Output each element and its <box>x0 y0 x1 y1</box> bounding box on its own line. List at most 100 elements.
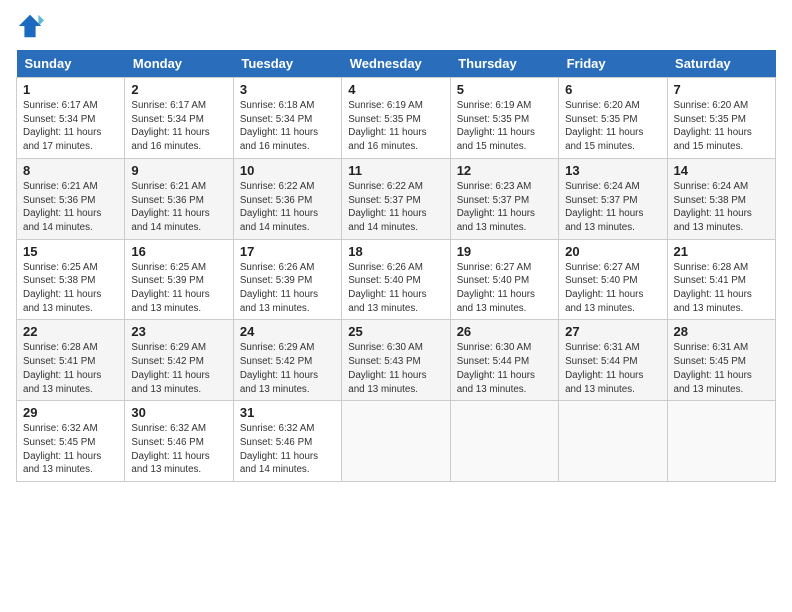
calendar-day-cell: 13 Sunrise: 6:24 AM Sunset: 5:37 PM Dayl… <box>559 158 667 239</box>
day-info: Sunrise: 6:20 AM Sunset: 5:35 PM Dayligh… <box>565 99 660 154</box>
calendar-day-cell: 29 Sunrise: 6:32 AM Sunset: 5:45 PM Dayl… <box>17 401 125 482</box>
calendar-day-cell: 27 Sunrise: 6:31 AM Sunset: 5:44 PM Dayl… <box>559 320 667 401</box>
day-number: 10 <box>240 163 335 178</box>
calendar-day-cell: 28 Sunrise: 6:31 AM Sunset: 5:45 PM Dayl… <box>667 320 775 401</box>
day-info: Sunrise: 6:32 AM Sunset: 5:46 PM Dayligh… <box>240 422 335 477</box>
calendar-day-cell: 15 Sunrise: 6:25 AM Sunset: 5:38 PM Dayl… <box>17 239 125 320</box>
day-of-week-header: Thursday <box>450 50 558 78</box>
day-info: Sunrise: 6:28 AM Sunset: 5:41 PM Dayligh… <box>23 341 118 396</box>
day-number: 26 <box>457 324 552 339</box>
calendar-day-cell: 6 Sunrise: 6:20 AM Sunset: 5:35 PM Dayli… <box>559 78 667 159</box>
day-of-week-header: Friday <box>559 50 667 78</box>
day-of-week-header: Monday <box>125 50 233 78</box>
day-number: 16 <box>131 244 226 259</box>
day-number: 2 <box>131 82 226 97</box>
day-number: 31 <box>240 405 335 420</box>
day-info: Sunrise: 6:24 AM Sunset: 5:38 PM Dayligh… <box>674 180 769 235</box>
day-info: Sunrise: 6:31 AM Sunset: 5:45 PM Dayligh… <box>674 341 769 396</box>
day-number: 20 <box>565 244 660 259</box>
calendar-day-cell <box>667 401 775 482</box>
day-info: Sunrise: 6:30 AM Sunset: 5:43 PM Dayligh… <box>348 341 443 396</box>
calendar-day-cell <box>559 401 667 482</box>
day-info: Sunrise: 6:21 AM Sunset: 5:36 PM Dayligh… <box>131 180 226 235</box>
calendar-day-cell: 19 Sunrise: 6:27 AM Sunset: 5:40 PM Dayl… <box>450 239 558 320</box>
day-info: Sunrise: 6:25 AM Sunset: 5:38 PM Dayligh… <box>23 261 118 316</box>
calendar-day-cell: 3 Sunrise: 6:18 AM Sunset: 5:34 PM Dayli… <box>233 78 341 159</box>
day-info: Sunrise: 6:17 AM Sunset: 5:34 PM Dayligh… <box>131 99 226 154</box>
day-info: Sunrise: 6:26 AM Sunset: 5:39 PM Dayligh… <box>240 261 335 316</box>
day-number: 19 <box>457 244 552 259</box>
calendar-day-cell: 5 Sunrise: 6:19 AM Sunset: 5:35 PM Dayli… <box>450 78 558 159</box>
day-number: 18 <box>348 244 443 259</box>
day-info: Sunrise: 6:29 AM Sunset: 5:42 PM Dayligh… <box>240 341 335 396</box>
day-info: Sunrise: 6:19 AM Sunset: 5:35 PM Dayligh… <box>457 99 552 154</box>
calendar-day-cell: 10 Sunrise: 6:22 AM Sunset: 5:36 PM Dayl… <box>233 158 341 239</box>
logo <box>16 16 48 40</box>
day-info: Sunrise: 6:25 AM Sunset: 5:39 PM Dayligh… <box>131 261 226 316</box>
day-info: Sunrise: 6:29 AM Sunset: 5:42 PM Dayligh… <box>131 341 226 396</box>
calendar-day-cell <box>450 401 558 482</box>
logo-icon <box>16 12 44 40</box>
day-number: 21 <box>674 244 769 259</box>
day-number: 29 <box>23 405 118 420</box>
calendar-day-cell: 1 Sunrise: 6:17 AM Sunset: 5:34 PM Dayli… <box>17 78 125 159</box>
day-info: Sunrise: 6:22 AM Sunset: 5:37 PM Dayligh… <box>348 180 443 235</box>
day-info: Sunrise: 6:17 AM Sunset: 5:34 PM Dayligh… <box>23 99 118 154</box>
day-number: 5 <box>457 82 552 97</box>
day-of-week-header: Saturday <box>667 50 775 78</box>
calendar-week-row: 22 Sunrise: 6:28 AM Sunset: 5:41 PM Dayl… <box>17 320 776 401</box>
calendar-day-cell: 4 Sunrise: 6:19 AM Sunset: 5:35 PM Dayli… <box>342 78 450 159</box>
day-number: 9 <box>131 163 226 178</box>
day-number: 8 <box>23 163 118 178</box>
calendar-table: SundayMondayTuesdayWednesdayThursdayFrid… <box>16 50 776 482</box>
day-number: 15 <box>23 244 118 259</box>
day-of-week-header: Tuesday <box>233 50 341 78</box>
calendar-day-cell: 24 Sunrise: 6:29 AM Sunset: 5:42 PM Dayl… <box>233 320 341 401</box>
calendar-day-cell: 30 Sunrise: 6:32 AM Sunset: 5:46 PM Dayl… <box>125 401 233 482</box>
day-info: Sunrise: 6:22 AM Sunset: 5:36 PM Dayligh… <box>240 180 335 235</box>
calendar-day-cell: 20 Sunrise: 6:27 AM Sunset: 5:40 PM Dayl… <box>559 239 667 320</box>
calendar-day-cell: 16 Sunrise: 6:25 AM Sunset: 5:39 PM Dayl… <box>125 239 233 320</box>
calendar-day-cell: 31 Sunrise: 6:32 AM Sunset: 5:46 PM Dayl… <box>233 401 341 482</box>
day-number: 25 <box>348 324 443 339</box>
calendar-day-cell: 22 Sunrise: 6:28 AM Sunset: 5:41 PM Dayl… <box>17 320 125 401</box>
day-info: Sunrise: 6:24 AM Sunset: 5:37 PM Dayligh… <box>565 180 660 235</box>
day-number: 11 <box>348 163 443 178</box>
day-info: Sunrise: 6:23 AM Sunset: 5:37 PM Dayligh… <box>457 180 552 235</box>
day-number: 14 <box>674 163 769 178</box>
calendar-week-row: 15 Sunrise: 6:25 AM Sunset: 5:38 PM Dayl… <box>17 239 776 320</box>
day-number: 7 <box>674 82 769 97</box>
page-header <box>16 16 776 40</box>
calendar-day-cell: 18 Sunrise: 6:26 AM Sunset: 5:40 PM Dayl… <box>342 239 450 320</box>
calendar-day-cell: 9 Sunrise: 6:21 AM Sunset: 5:36 PM Dayli… <box>125 158 233 239</box>
calendar-day-cell: 23 Sunrise: 6:29 AM Sunset: 5:42 PM Dayl… <box>125 320 233 401</box>
day-number: 12 <box>457 163 552 178</box>
day-info: Sunrise: 6:26 AM Sunset: 5:40 PM Dayligh… <box>348 261 443 316</box>
day-number: 4 <box>348 82 443 97</box>
calendar-day-cell: 12 Sunrise: 6:23 AM Sunset: 5:37 PM Dayl… <box>450 158 558 239</box>
day-number: 22 <box>23 324 118 339</box>
day-info: Sunrise: 6:31 AM Sunset: 5:44 PM Dayligh… <box>565 341 660 396</box>
calendar-day-cell: 7 Sunrise: 6:20 AM Sunset: 5:35 PM Dayli… <box>667 78 775 159</box>
day-info: Sunrise: 6:19 AM Sunset: 5:35 PM Dayligh… <box>348 99 443 154</box>
day-info: Sunrise: 6:27 AM Sunset: 5:40 PM Dayligh… <box>457 261 552 316</box>
day-number: 30 <box>131 405 226 420</box>
day-number: 13 <box>565 163 660 178</box>
calendar-day-cell: 25 Sunrise: 6:30 AM Sunset: 5:43 PM Dayl… <box>342 320 450 401</box>
calendar-week-row: 1 Sunrise: 6:17 AM Sunset: 5:34 PM Dayli… <box>17 78 776 159</box>
calendar-day-cell: 14 Sunrise: 6:24 AM Sunset: 5:38 PM Dayl… <box>667 158 775 239</box>
day-number: 17 <box>240 244 335 259</box>
day-info: Sunrise: 6:32 AM Sunset: 5:45 PM Dayligh… <box>23 422 118 477</box>
calendar-week-row: 29 Sunrise: 6:32 AM Sunset: 5:45 PM Dayl… <box>17 401 776 482</box>
day-number: 24 <box>240 324 335 339</box>
day-info: Sunrise: 6:32 AM Sunset: 5:46 PM Dayligh… <box>131 422 226 477</box>
day-number: 3 <box>240 82 335 97</box>
calendar-header-row: SundayMondayTuesdayWednesdayThursdayFrid… <box>17 50 776 78</box>
day-number: 1 <box>23 82 118 97</box>
calendar-day-cell: 26 Sunrise: 6:30 AM Sunset: 5:44 PM Dayl… <box>450 320 558 401</box>
day-info: Sunrise: 6:20 AM Sunset: 5:35 PM Dayligh… <box>674 99 769 154</box>
calendar-day-cell: 8 Sunrise: 6:21 AM Sunset: 5:36 PM Dayli… <box>17 158 125 239</box>
day-number: 23 <box>131 324 226 339</box>
day-info: Sunrise: 6:18 AM Sunset: 5:34 PM Dayligh… <box>240 99 335 154</box>
day-number: 27 <box>565 324 660 339</box>
